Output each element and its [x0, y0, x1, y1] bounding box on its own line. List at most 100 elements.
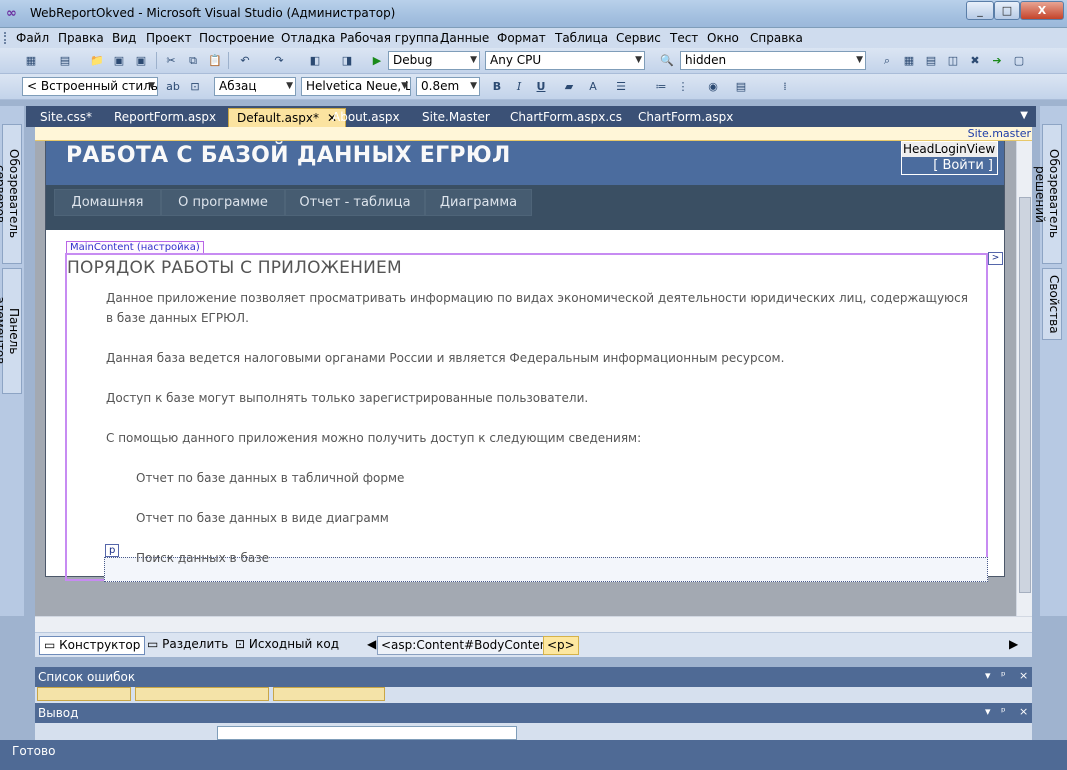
messages-filter-button[interactable] [273, 687, 385, 701]
menu-data[interactable]: Данные [440, 31, 489, 45]
toolbox-tab[interactable]: Панель элементов [0, 268, 22, 394]
toolbar-options-icon[interactable]: ▤ [732, 78, 750, 95]
chevron-down-icon[interactable]: ▼ [1020, 110, 1028, 121]
tab-site-master[interactable]: Site.Master [414, 108, 498, 127]
paste-icon[interactable]: 📋 [206, 52, 224, 69]
menu-debug[interactable]: Отладка [281, 31, 335, 45]
menu-view[interactable]: Вид [112, 31, 136, 45]
font-name-combo[interactable]: Helvetica Neue, L ▼ [301, 77, 411, 96]
menu-format[interactable]: Формат [497, 31, 546, 45]
start-page-icon[interactable]: ➔ [988, 52, 1006, 69]
cut-icon[interactable]: ✂ [162, 52, 180, 69]
solution-explorer-icon[interactable]: ▦ [900, 52, 918, 69]
nav-about[interactable]: О программе [161, 189, 285, 216]
nav-home[interactable]: Домашняя [54, 189, 161, 216]
target-rule-icon[interactable]: ⊡ [186, 78, 204, 95]
solution-platform-combo[interactable]: Any CPU ▼ [485, 51, 645, 70]
chevron-down-icon: ▼ [470, 55, 477, 65]
maximize-button[interactable]: □ [994, 1, 1020, 20]
underline-button[interactable]: U [532, 78, 550, 95]
properties-window-icon[interactable]: ▤ [922, 52, 940, 69]
scroll-right-icon[interactable]: ▶ [1005, 636, 1022, 655]
highlight-color-icon[interactable]: ▰ [560, 78, 578, 95]
menu-table[interactable]: Таблица [555, 31, 608, 45]
smart-tag-arrow-icon[interactable]: > [988, 252, 1003, 265]
find-symbol-icon[interactable]: ⌕ [878, 52, 896, 69]
solution-configuration-combo[interactable]: Debug ▼ [388, 51, 480, 70]
save-icon[interactable]: ▣ [110, 52, 128, 69]
paragraph: Данное приложение позволяет просматриват… [106, 291, 968, 325]
numbering-icon[interactable]: ⋮ [674, 78, 692, 95]
p-tag-label[interactable]: p [105, 544, 120, 557]
auto-hide-icon[interactable]: ᵖ [1001, 669, 1006, 682]
add-item-icon[interactable]: ▤ [56, 52, 74, 69]
source-view-button[interactable]: ⊡ Исходный код [231, 636, 343, 655]
justify-icon[interactable]: ☰ [612, 78, 630, 95]
start-debug-icon[interactable]: ▶ [368, 52, 386, 69]
block-format-combo[interactable]: Абзац ▼ [214, 77, 296, 96]
find-in-files-icon[interactable]: 🔍 [658, 52, 676, 69]
apply-style-icon[interactable]: ab [164, 78, 182, 95]
copy-icon[interactable]: ⧉ [184, 52, 202, 69]
menu-file[interactable]: Файл [16, 31, 49, 45]
design-view-button[interactable]: ▭ Конструктор [39, 636, 146, 655]
close-icon[interactable]: × [1019, 669, 1028, 682]
breadcrumb-p[interactable]: <p> [543, 636, 579, 655]
tab-about-aspx[interactable]: About.aspx [324, 108, 408, 127]
object-browser-icon[interactable]: ◫ [944, 52, 962, 69]
navigate-forward-icon[interactable]: ◨ [338, 52, 356, 69]
close-button[interactable]: X [1020, 1, 1064, 20]
menu-test[interactable]: Тест [670, 31, 698, 45]
bold-button[interactable]: B [488, 78, 506, 95]
output-source-combo[interactable] [217, 726, 517, 740]
vertical-scrollbar[interactable] [1016, 141, 1032, 616]
open-folder-icon[interactable]: 📁 [88, 52, 106, 69]
breadcrumb-content[interactable]: <asp:Content#BodyContent> [377, 636, 567, 655]
properties-tab[interactable]: Свойства [1042, 268, 1062, 340]
server-explorer-tab[interactable]: Обозреватель серверов [0, 124, 22, 264]
hyperlink-icon[interactable]: ◉ [704, 78, 722, 95]
window-position-icon[interactable]: ▾ [985, 705, 991, 718]
menu-edit[interactable]: Правка [58, 31, 104, 45]
navigate-backward-icon[interactable]: ◧ [306, 52, 324, 69]
menu-project[interactable]: Проект [146, 31, 192, 45]
scroll-thumb[interactable] [1019, 197, 1031, 593]
toolbar-grip-icon[interactable]: ⁞ [776, 78, 794, 95]
minimize-button[interactable]: _ [966, 1, 994, 20]
head-login-view[interactable]: HeadLoginView [ Войти ] [901, 141, 998, 175]
undo-icon[interactable]: ↶ [236, 52, 254, 69]
style-combo[interactable]: < Встроенный стиль ▼ [22, 77, 158, 96]
tab-reportform-aspx[interactable]: ReportForm.aspx [106, 108, 224, 127]
redo-icon[interactable]: ↷ [270, 52, 288, 69]
italic-button[interactable]: I [510, 78, 528, 95]
errors-filter-button[interactable] [37, 687, 131, 701]
auto-hide-icon[interactable]: ᵖ [1001, 705, 1006, 718]
menu-build[interactable]: Построение [199, 31, 274, 45]
tab-site-css[interactable]: Site.css* [32, 108, 100, 127]
menu-window[interactable]: Окно [707, 31, 739, 45]
nav-report-table[interactable]: Отчет - таблица [285, 189, 425, 216]
tab-chartform-aspx[interactable]: ChartForm.aspx [630, 108, 741, 127]
menu-team[interactable]: Рабочая группа [340, 31, 439, 45]
tab-chartform-aspx-cs[interactable]: ChartForm.aspx.cs [502, 108, 630, 127]
new-project-icon[interactable]: ▦ [22, 52, 40, 69]
split-view-button[interactable]: ▭ Разделить [143, 636, 232, 655]
font-size-combo[interactable]: 0.8em ▼ [416, 77, 480, 96]
close-icon[interactable]: × [1019, 705, 1028, 718]
horizontal-scrollbar[interactable] [35, 616, 1032, 632]
menu-help[interactable]: Справка [750, 31, 803, 45]
bullets-icon[interactable]: ≔ [652, 78, 670, 95]
font-color-icon[interactable]: A [584, 78, 602, 95]
command-window-icon[interactable]: ▢ [1010, 52, 1028, 69]
menu-tools[interactable]: Сервис [616, 31, 661, 45]
solution-explorer-tab[interactable]: Обозреватель решений [1033, 124, 1062, 264]
warnings-filter-button[interactable] [135, 687, 269, 701]
master-page-label[interactable]: Site.master [968, 127, 1031, 140]
toolbox-icon[interactable]: ✖ [966, 52, 984, 69]
login-link[interactable]: [ Войти ] [933, 158, 993, 173]
design-surface[interactable]: Site.master РАБОТА С БАЗОЙ ДАННЫХ ЕГРЮЛ … [35, 127, 1032, 632]
save-all-icon[interactable]: ▣ [132, 52, 150, 69]
find-combo[interactable]: hidden ▼ [680, 51, 866, 70]
nav-chart[interactable]: Диаграмма [425, 189, 532, 216]
window-position-icon[interactable]: ▾ [985, 669, 991, 682]
